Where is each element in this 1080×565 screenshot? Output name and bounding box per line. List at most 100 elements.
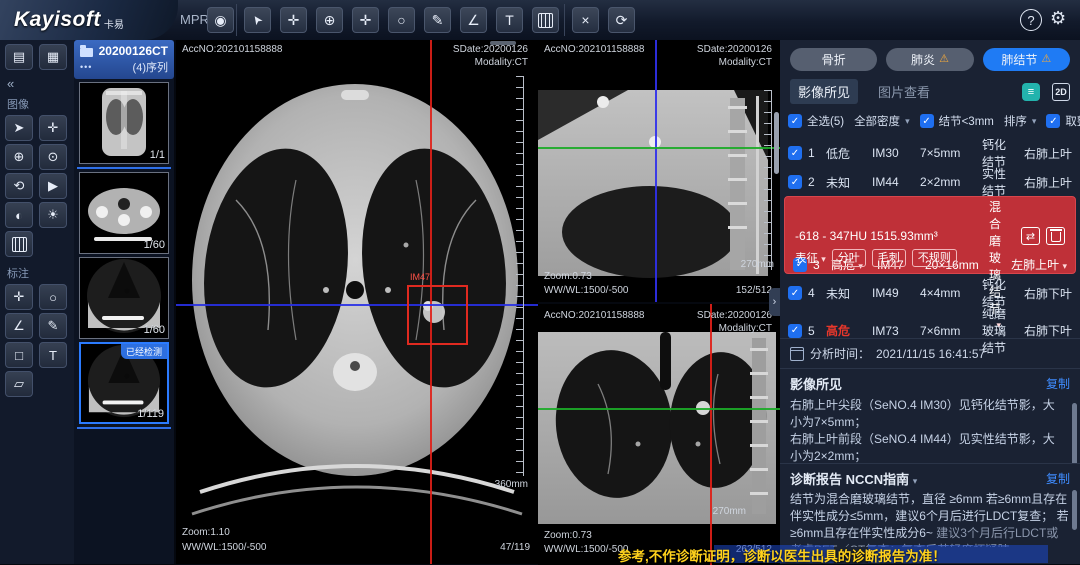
cursor-tool-button[interactable]: ➤ (244, 7, 271, 33)
report-scrollbar[interactable] (1072, 490, 1077, 530)
delete-annotation-button[interactable]: × (572, 7, 599, 33)
brightness-button[interactable]: ☀ (39, 202, 67, 228)
ruler-annotation-button[interactable]: ✎ (39, 313, 67, 339)
sort-dropdown[interactable]: 排序 (1004, 113, 1027, 129)
crosshair-horizontal-green[interactable] (538, 408, 780, 410)
window-level-button[interactable] (5, 231, 33, 257)
feature-tag-lobulation[interactable]: 分叶 (832, 249, 866, 267)
mode-pill-fracture[interactable]: 骨折 (790, 48, 877, 71)
density-filter-dropdown[interactable]: 全部密度 (854, 113, 900, 129)
round-checkbox[interactable]: ✓ (1046, 114, 1060, 128)
study-header[interactable]: 20200126CT ••• (4)序列 (74, 40, 174, 79)
ellipse-tool-button[interactable]: ○ (388, 7, 415, 33)
zoom-tool-button[interactable]: ⊕ (316, 7, 343, 33)
tab-image-view[interactable]: 图片查看 (870, 79, 938, 104)
collapse-rail-button[interactable]: « (5, 73, 74, 91)
panel-collapse-handle[interactable]: › (769, 288, 780, 316)
coronal-viewport[interactable]: AccNO:202101158888 SDate:20200126 Modali… (538, 303, 780, 565)
window-level-button[interactable] (532, 7, 559, 33)
help-button[interactable]: ? (1020, 9, 1042, 31)
crosshair-tool-button[interactable]: ✛ (352, 7, 379, 33)
angle-tool-button[interactable]: ∠ (460, 7, 487, 33)
mode-pill-pneumonia[interactable]: 肺炎 ⚠ (886, 48, 973, 71)
mode-pill-lung-nodule[interactable]: 肺结节 ⚠ (983, 48, 1070, 71)
crosshair-annotation-button[interactable]: ✛ (5, 284, 33, 310)
pan-tool-button[interactable]: ✛ (280, 7, 307, 33)
series-thumbnail-axial-1[interactable]: 1/60 (79, 172, 169, 254)
app-logo: Kayisoft 卡易 (0, 0, 178, 40)
series-thumbnail-axial-2[interactable]: 1/60 (79, 257, 169, 339)
rotate-image-button[interactable]: ⟲ (5, 173, 33, 199)
findings-section-header: 影像所见 复制 (780, 369, 1080, 395)
reset-button[interactable]: ⟳ (608, 7, 635, 33)
ruler-tool-button[interactable]: ✎ (424, 7, 451, 33)
layout-button[interactable]: ▦ (39, 44, 67, 70)
pan-tool-button[interactable]: ✛ (39, 115, 67, 141)
nodule-location: 右肺下叶 (1008, 322, 1072, 339)
angle-annotation-button[interactable]: ∠ (5, 313, 33, 339)
sliders-icon (12, 237, 27, 252)
more-icon[interactable]: ••• (80, 62, 92, 72)
coronal-study-date: SDate:20200126 (697, 310, 772, 321)
rect-icon: □ (15, 348, 23, 363)
nodule-row-3-selected[interactable]: ✓3 高危 ▾ IM47 20×16mm 混合磨玻璃结节 ▾ 左肺上叶 ▾ -6… (784, 196, 1076, 274)
report-text-area[interactable]: 结节为混合磨玻璃结节，直径 ≥6mm 若≥6mm且存在伴实性成分≤5mm，建议6… (780, 490, 1080, 547)
crosshair-horizontal-blue[interactable] (176, 304, 538, 306)
settings-button[interactable]: ⚙ (1050, 8, 1066, 29)
report-title-dropdown[interactable]: 诊断报告 NCCN指南 ▾ (790, 469, 917, 488)
feature-dropdown[interactable]: 表征 ▾ (795, 250, 826, 266)
cursor-tool-button[interactable]: ➤ (5, 115, 33, 141)
nodule-location-dropdown[interactable]: 左肺上叶 ▾ (1003, 256, 1067, 273)
findings-text-area[interactable]: 右肺上叶尖段（SeNO.4 IM30）见钙化结节影，大小为7×5mm； 右肺上叶… (780, 395, 1080, 463)
small-nodule-checkbox[interactable]: ✓ (920, 114, 934, 128)
text-annotation-button[interactable]: T (39, 342, 67, 368)
nodule-bounding-box[interactable] (407, 285, 468, 345)
chevron-right-icon: › (773, 296, 777, 308)
invert-contrast-button[interactable]: ◐ (5, 202, 33, 228)
nodule-row-5[interactable]: ✓5 高危 IM73 7×6mm 纯磨玻璃结节 右肺下叶 (780, 305, 1080, 334)
annotation-tools-label: 标注 (5, 260, 74, 284)
nodule-row-4[interactable]: ✓4 未知 IM49 4×4mm 钙化结节 右肺下叶 (780, 276, 1080, 305)
cursor-icon: ➤ (14, 120, 25, 136)
ellipse-icon: ○ (49, 290, 57, 305)
2d-view-button[interactable]: 2D (1052, 83, 1070, 101)
series-thumbnail-scout[interactable]: 1/1 (79, 82, 169, 164)
axial-viewport[interactable]: IM47 AccNO:202101158888 SDate:20200126 M… (175, 40, 538, 564)
nodule-row-1[interactable]: ✓1 低危 IM30 7×5mm 钙化结节 右肺上叶 (780, 136, 1080, 165)
nodule-checkbox[interactable]: ✓ (788, 324, 802, 338)
nodule-checkbox[interactable]: ✓ (788, 146, 802, 160)
sagittal-scrollbar[interactable] (774, 112, 779, 174)
feature-tag-irregular[interactable]: 不规则 (912, 249, 957, 267)
nodule-row-2[interactable]: ✓2 未知 IM44 2×2mm 实性结节 右肺上叶 (780, 165, 1080, 194)
cine-play-button[interactable]: ▶ (39, 173, 67, 199)
sagittal-viewport[interactable]: AccNO:202101158888 SDate:20200126 Modali… (538, 40, 780, 302)
mpr-button[interactable]: ◉ (207, 7, 234, 33)
nodule-checkbox[interactable]: ✓ (788, 286, 802, 300)
series-thumbnail-axial-selected[interactable]: 已经检测 1/119 (79, 342, 169, 424)
rectangle-annotation-button[interactable]: □ (5, 342, 33, 368)
crosshair-icon: ✛ (14, 289, 25, 305)
tab-imaging-findings[interactable]: 影像所见 (790, 79, 858, 104)
magnify-tool-button[interactable]: ⊙ (39, 144, 67, 170)
series-list-button[interactable]: ▤ (5, 44, 33, 70)
findings-scrollbar[interactable] (1072, 403, 1077, 463)
nodule-checkbox[interactable]: ✓ (788, 175, 802, 189)
select-all-checkbox[interactable]: ✓ (788, 114, 802, 128)
axial-scroll-indicator[interactable] (490, 41, 516, 45)
crosshair-vertical-blue[interactable] (655, 40, 657, 302)
text-tool-button[interactable]: T (496, 7, 523, 33)
sliders-icon (538, 13, 553, 28)
zoom-in-icon: ⊕ (324, 12, 336, 29)
feature-tag-spiculation[interactable]: 毛刺 (872, 249, 906, 267)
eraser-button[interactable]: ▱ (5, 371, 33, 397)
delete-nodule-button[interactable] (1046, 227, 1065, 245)
pencil-icon: ✎ (48, 318, 59, 334)
report-button[interactable]: ≡ (1022, 83, 1040, 101)
copy-findings-button[interactable]: 复制 (1046, 375, 1070, 392)
ellipse-annotation-button[interactable]: ○ (39, 284, 67, 310)
relocate-nodule-button[interactable]: ⇄ (1021, 227, 1040, 245)
crosshair-vertical-red[interactable] (710, 304, 712, 565)
crosshair-horizontal-green[interactable] (538, 147, 780, 149)
copy-report-button[interactable]: 复制 (1046, 470, 1070, 487)
zoom-in-tool-button[interactable]: ⊕ (5, 144, 33, 170)
